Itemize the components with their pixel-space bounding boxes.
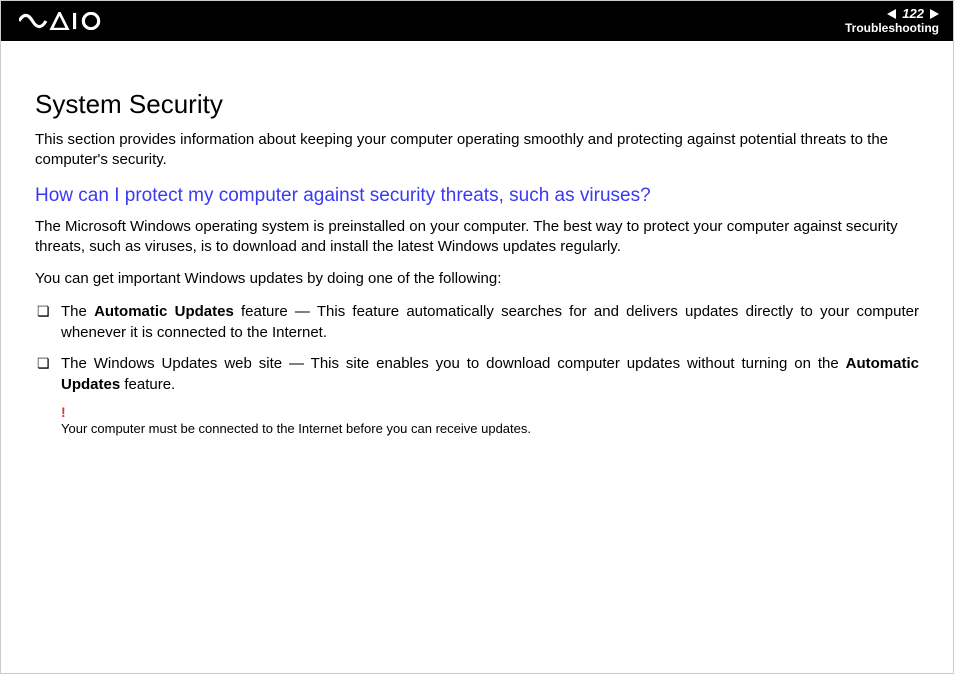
warning-icon: ! bbox=[61, 405, 919, 419]
section-label: Troubleshooting bbox=[845, 22, 939, 35]
bullet-bold: Automatic Updates bbox=[94, 303, 234, 320]
note-block: ! Your computer must be connected to the… bbox=[35, 405, 919, 436]
page-header: 122 Troubleshooting bbox=[1, 1, 953, 41]
document-page: 122 Troubleshooting System Security This… bbox=[0, 0, 954, 674]
intro-paragraph: This section provides information about … bbox=[35, 130, 919, 171]
page-nav: 122 bbox=[845, 7, 939, 21]
list-item: The Automatic Updates feature — This fea… bbox=[35, 301, 919, 343]
next-page-icon[interactable] bbox=[930, 9, 939, 19]
answer-paragraph-1: The Microsoft Windows operating system i… bbox=[35, 217, 919, 258]
list-item: The Windows Updates web site — This site… bbox=[35, 353, 919, 395]
answer-paragraph-2: You can get important Windows updates by… bbox=[35, 269, 919, 289]
prev-page-icon[interactable] bbox=[887, 9, 896, 19]
bullet-text-prefix: The bbox=[61, 303, 94, 320]
header-right: 122 Troubleshooting bbox=[845, 7, 939, 35]
bullet-text-prefix: The Windows Updates web site — This site… bbox=[61, 355, 846, 372]
bullet-text-suffix: feature. bbox=[120, 376, 175, 393]
vaio-logo-icon bbox=[19, 12, 109, 30]
vaio-logo bbox=[19, 12, 109, 30]
question-heading: How can I protect my computer against se… bbox=[35, 185, 919, 207]
page-title: System Security bbox=[35, 89, 919, 120]
note-text: Your computer must be connected to the I… bbox=[61, 421, 919, 436]
page-content: System Security This section provides in… bbox=[1, 41, 953, 436]
bullet-list: The Automatic Updates feature — This fea… bbox=[35, 301, 919, 395]
page-number: 122 bbox=[902, 7, 924, 21]
